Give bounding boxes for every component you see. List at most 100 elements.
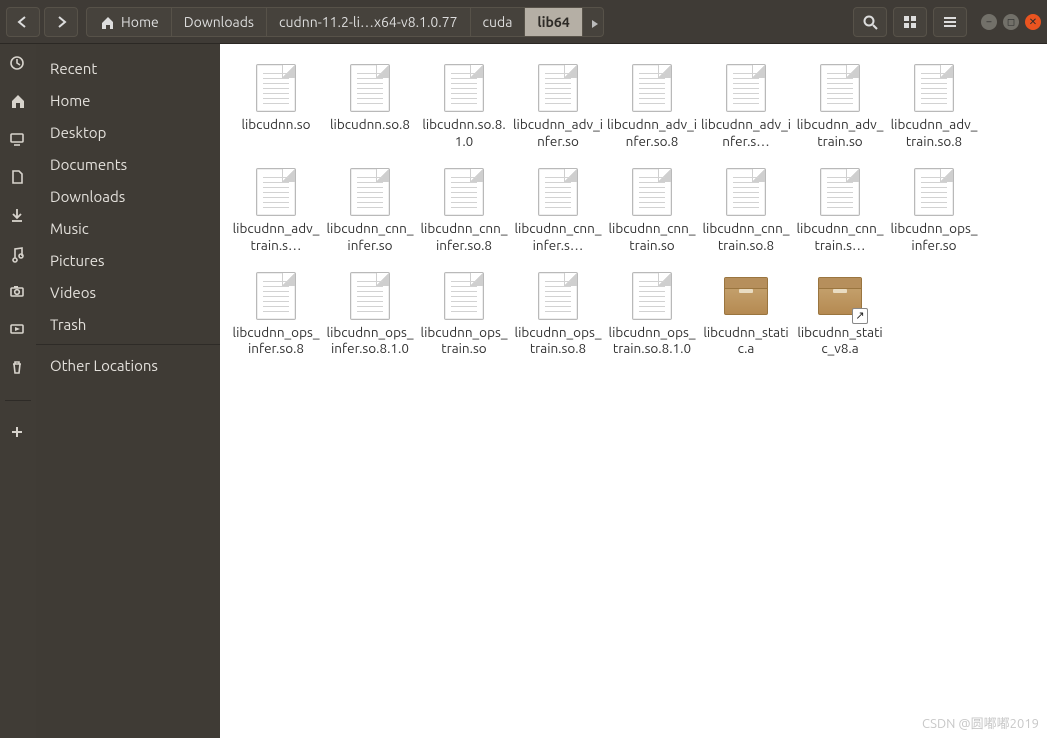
window-maximize-button[interactable]: ◻ [1003, 14, 1019, 30]
desktop-icon[interactable] [8, 130, 28, 150]
file-item[interactable]: libcudnn_adv_train.so.8 [888, 58, 980, 154]
text-file-icon [350, 64, 390, 112]
shortcut-badge-icon: ↗ [852, 308, 868, 324]
other-loc-icon[interactable] [8, 423, 28, 443]
sidebar-item-music[interactable]: Music [36, 212, 220, 244]
file-item[interactable]: libcudnn_ops_train.so [418, 266, 510, 362]
text-file-icon [256, 272, 296, 320]
downloads-icon[interactable] [8, 206, 28, 226]
file-item[interactable]: libcudnn_ops_infer.so.8.1.0 [324, 266, 416, 362]
sidebar-item-downloads[interactable]: Downloads [36, 180, 220, 212]
crumb-downloads[interactable]: Downloads [172, 8, 267, 36]
text-file-icon [256, 64, 296, 112]
sidebar-item-home[interactable]: Home [36, 84, 220, 116]
file-label: libcudnn_cnn_infer.so.8 [419, 220, 509, 254]
file-item[interactable]: libcudnn_ops_train.so.8.1.0 [606, 266, 698, 362]
file-item[interactable]: libcudnn_static.a [700, 266, 792, 362]
nav-back-button[interactable] [6, 7, 40, 37]
crumb-home[interactable]: Home [87, 8, 172, 36]
file-item[interactable]: ↗libcudnn_static_v8.a [794, 266, 886, 362]
file-manager-window: Home Downloads cudnn-11.2-li…x64-v8.1.0.… [0, 0, 1047, 738]
home-icon[interactable] [8, 92, 28, 112]
file-grid: libcudnn.solibcudnn.so.8libcudnn.so.8.1.… [230, 58, 1037, 361]
crumb-label: lib64 [537, 14, 569, 30]
file-label: libcudnn_adv_train.so [795, 116, 885, 150]
crumb-cudnn-archive[interactable]: cudnn-11.2-li…x64-v8.1.0.77 [267, 8, 471, 36]
text-file-icon [914, 168, 954, 216]
crumb-label: Downloads [184, 14, 254, 30]
crumb-cuda[interactable]: cuda [471, 8, 526, 36]
music-icon[interactable] [8, 244, 28, 264]
file-item[interactable]: libcudnn_adv_infer.so.8 [606, 58, 698, 154]
file-item[interactable]: libcudnn.so.8.1.0 [418, 58, 510, 154]
search-button[interactable] [853, 7, 887, 37]
file-item[interactable]: libcudnn_ops_infer.so.8 [230, 266, 322, 362]
window-controls: – ◻ ✕ [981, 14, 1041, 30]
documents-icon[interactable] [8, 168, 28, 188]
sidebar-item-label: Downloads [50, 188, 125, 205]
file-label: libcudnn_ops_train.so.8 [513, 324, 603, 358]
text-file-icon [820, 168, 860, 216]
sidebar-item-trash[interactable]: Trash [36, 308, 220, 340]
file-item[interactable]: libcudnn_ops_train.so.8 [512, 266, 604, 362]
file-item[interactable]: libcudnn_cnn_train.so [606, 162, 698, 258]
file-item[interactable]: libcudnn.so.8 [324, 58, 416, 154]
file-item[interactable]: libcudnn_adv_infer.s… [700, 58, 792, 154]
breadcrumb-overflow-icon[interactable] [583, 16, 603, 28]
text-file-icon [350, 168, 390, 216]
text-file-icon [726, 64, 766, 112]
file-label: libcudnn_static.a [701, 324, 791, 358]
text-file-icon [444, 272, 484, 320]
trash-icon[interactable] [8, 358, 28, 378]
file-item[interactable]: libcudnn_adv_train.so [794, 58, 886, 154]
file-item[interactable]: libcudnn_cnn_infer.so.8 [418, 162, 510, 258]
text-file-icon [726, 168, 766, 216]
sidebar-item-pictures[interactable]: Pictures [36, 244, 220, 276]
hamburger-menu-button[interactable] [933, 7, 967, 37]
text-file-icon [632, 272, 672, 320]
file-label: libcudnn.so.8.1.0 [419, 116, 509, 150]
view-toggle-button[interactable] [893, 7, 927, 37]
text-file-icon [914, 64, 954, 112]
sidebar-item-desktop[interactable]: Desktop [36, 116, 220, 148]
text-file-icon [820, 64, 860, 112]
recent-icon[interactable] [8, 54, 28, 74]
sidebar-item-label: Desktop [50, 124, 106, 141]
nav-forward-button[interactable] [44, 7, 78, 37]
window-close-button[interactable]: ✕ [1025, 14, 1041, 30]
header-toolbar: Home Downloads cudnn-11.2-li…x64-v8.1.0.… [0, 0, 1047, 44]
crumb-home-label: Home [121, 14, 159, 30]
file-label: libcudnn_cnn_infer.so [325, 220, 415, 254]
sidebar-item-label: Documents [50, 156, 127, 173]
file-label: libcudnn_ops_infer.so [889, 220, 979, 254]
file-item[interactable]: libcudnn_adv_infer.so [512, 58, 604, 154]
pictures-icon[interactable] [8, 282, 28, 302]
file-view[interactable]: libcudnn.solibcudnn.so.8libcudnn.so.8.1.… [220, 44, 1047, 738]
text-file-icon [538, 64, 578, 112]
file-item[interactable]: libcudnn.so [230, 58, 322, 154]
file-item[interactable]: libcudnn_adv_train.s… [230, 162, 322, 258]
archive-icon [724, 277, 768, 315]
sidebar-item-label: Other Locations [50, 357, 158, 374]
sidebar-item-other-locations[interactable]: Other Locations [36, 349, 220, 381]
file-label: libcudnn_ops_train.so [419, 324, 509, 358]
window-minimize-button[interactable]: – [981, 14, 997, 30]
file-item[interactable]: libcudnn_cnn_infer.so [324, 162, 416, 258]
file-item[interactable]: libcudnn_ops_infer.so [888, 162, 980, 258]
file-item[interactable]: libcudnn_cnn_train.so.8 [700, 162, 792, 258]
file-label: libcudnn_cnn_train.so [607, 220, 697, 254]
crumb-label: cuda [483, 14, 513, 30]
breadcrumb: Home Downloads cudnn-11.2-li…x64-v8.1.0.… [86, 7, 604, 37]
text-file-icon [350, 272, 390, 320]
file-item[interactable]: libcudnn_cnn_train.s… [794, 162, 886, 258]
file-item[interactable]: libcudnn_cnn_infer.s… [512, 162, 604, 258]
file-label: libcudnn_cnn_infer.s… [513, 220, 603, 254]
crumb-lib64[interactable]: lib64 [525, 8, 582, 36]
sidebar-item-documents[interactable]: Documents [36, 148, 220, 180]
file-label: libcudnn_ops_infer.so.8 [231, 324, 321, 358]
videos-icon[interactable] [8, 320, 28, 340]
launcher-strip [0, 44, 36, 738]
sidebar-item-videos[interactable]: Videos [36, 276, 220, 308]
text-file-icon [632, 168, 672, 216]
sidebar-item-recent[interactable]: Recent [36, 52, 220, 84]
